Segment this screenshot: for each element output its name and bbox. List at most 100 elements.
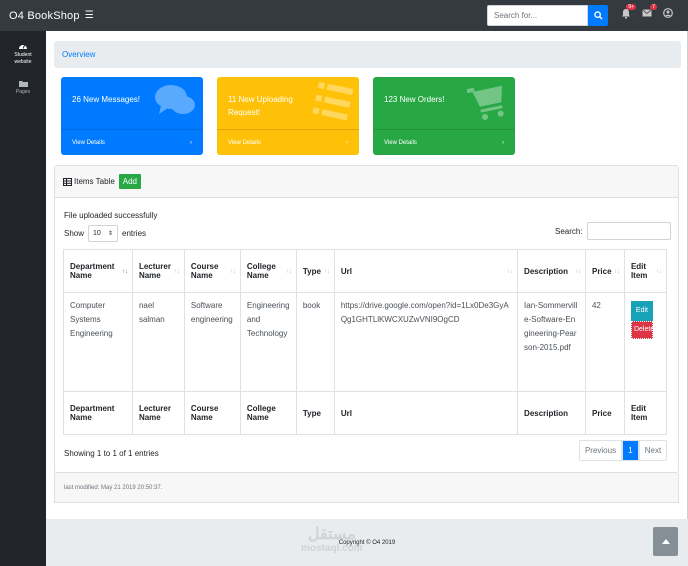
watermark-arabic: مستقل <box>307 526 356 543</box>
col-college[interactable]: College Name ↑↓ <box>239 249 297 293</box>
table-footer-row: Department Name Lecturer Name Course Nam… <box>63 391 668 435</box>
search-button[interactable] <box>588 5 608 26</box>
entries-label: entries <box>122 229 147 238</box>
previous-page-button[interactable]: Previous <box>579 440 622 461</box>
cell-department: Computer Systems Engineering <box>63 292 133 392</box>
list-icon <box>312 81 353 121</box>
search-group <box>487 5 608 26</box>
messages-card: 26 New Messages! View Details › <box>61 77 203 155</box>
sidebar: Student website Pages <box>0 31 46 566</box>
sort-updown-icon: ⇕ <box>107 231 114 237</box>
col-edit-item[interactable]: Edit Item ↑↓ <box>623 249 668 293</box>
folder-icon <box>18 81 28 87</box>
foot-url: Url <box>333 391 519 435</box>
col-course[interactable]: Course Name ↑↓ <box>183 249 241 293</box>
sidebar-item-label: Student <box>14 52 32 58</box>
panel-title: Items Table <box>74 177 115 186</box>
alerts-button[interactable]: 9+ <box>620 4 636 19</box>
col-price[interactable]: Price ↑↓ <box>584 249 625 293</box>
foot-price: Price <box>584 391 625 435</box>
uploads-card: 11 New Uploading Request! View Details › <box>217 77 359 155</box>
delete-button[interactable]: Delete <box>630 321 654 339</box>
foot-edit-item: Edit Item <box>623 391 668 435</box>
chevron-right-icon: › <box>346 139 348 146</box>
entries-select[interactable]: 10 ⇕ <box>88 225 119 242</box>
pagination: Previous 1 Next <box>579 440 667 461</box>
table-icon <box>63 177 72 186</box>
col-type[interactable]: Type ↑↓ <box>295 249 335 293</box>
add-item-button[interactable]: Add <box>118 174 141 189</box>
entries-length-control: Show 10 ⇕ entries <box>64 225 146 242</box>
page-1-button[interactable]: 1 <box>622 440 639 461</box>
orders-card-title: 123 New Orders! <box>384 95 445 104</box>
table-row: Computer Systems Engineering nael salman… <box>63 292 668 392</box>
envelope-icon <box>641 9 652 17</box>
edit-button[interactable]: Edit <box>630 301 653 321</box>
view-details-label: View Details <box>384 139 417 146</box>
breadcrumb-overview-link[interactable]: Overview <box>62 50 95 59</box>
shopping-cart-icon <box>467 85 504 120</box>
sort-icon: ↑↓ <box>173 269 180 275</box>
sidebar-item-pages[interactable]: Pages <box>0 80 46 96</box>
view-details-label: View Details <box>228 139 261 146</box>
uploads-card-title: 11 New Uploading Request! <box>228 95 293 117</box>
messages-card-title: 26 New Messages! <box>72 95 141 104</box>
messages-view-details-link[interactable]: View Details › <box>61 129 203 155</box>
brand-title[interactable]: O4 BookShop <box>9 10 80 22</box>
messages-badge: 7 <box>650 4 657 10</box>
sidebar-item-label: Pages <box>15 89 31 95</box>
orders-card: 123 New Orders! View Details › <box>373 77 515 155</box>
search-icon <box>593 11 603 20</box>
chevron-right-icon: › <box>502 139 504 146</box>
foot-college: College Name <box>239 391 297 435</box>
view-details-label: View Details <box>72 139 105 146</box>
upload-status-message: File uploaded successfully <box>64 211 158 220</box>
sidebar-item-student-website[interactable]: Student website <box>0 41 46 66</box>
cell-price: 42 <box>584 292 625 392</box>
cell-course: Software engineering <box>183 292 241 392</box>
col-url[interactable]: Url ↑↓ <box>333 249 519 293</box>
col-department[interactable]: Department Name ↑↓ <box>63 249 133 293</box>
cell-url: https://drive.google.com/open?id=1Lx0De3… <box>333 292 519 392</box>
chevron-up-icon <box>661 539 670 544</box>
uploads-view-details-link[interactable]: View Details › <box>217 129 359 155</box>
items-table: Department Name ↑↓ Lecturer Name ↑↓ Course… <box>63 249 668 435</box>
sort-icon: ↑↓ <box>285 269 292 275</box>
sort-icon: ↑↓ <box>613 269 620 275</box>
cell-type: book <box>295 292 335 392</box>
user-circle-icon <box>662 8 673 18</box>
scroll-to-top-button[interactable] <box>653 527 678 556</box>
table-search: Search: <box>555 222 671 240</box>
cell-college: Engineering and Technology <box>239 292 297 392</box>
sort-icon: ↑↓ <box>229 269 236 275</box>
watermark-latin: mostaql.com <box>301 543 363 554</box>
sort-icon: ↑↓ <box>323 269 330 275</box>
sort-icon: ↑↓ <box>656 269 662 275</box>
sidebar-item-label: website <box>14 59 32 65</box>
menu-toggle-icon[interactable]: ☰ <box>85 10 94 21</box>
foot-type: Type <box>295 391 335 435</box>
main-content: Overview 26 New Messages! View Details ›… <box>46 31 688 566</box>
sort-icon: ↑↓ <box>574 269 581 275</box>
col-description[interactable]: Description ↑↓ <box>517 249 586 293</box>
sort-asc-icon: ↑↓ <box>121 269 128 275</box>
dashboard-icon <box>19 44 27 49</box>
sort-icon: ↑↓ <box>507 269 514 275</box>
watermark: مستقل mostaql.com <box>301 526 363 555</box>
next-page-button[interactable]: Next <box>639 440 667 461</box>
last-modified: last modified: May 21 2019 20:50:37. <box>54 473 679 503</box>
foot-department: Department Name <box>63 391 133 435</box>
panel-header: Items Table Add <box>55 166 678 198</box>
chevron-right-icon: › <box>190 139 192 146</box>
user-menu-button[interactable] <box>662 7 673 19</box>
orders-view-details-link[interactable]: View Details › <box>373 129 515 155</box>
cell-description: Ian-Sommerville-Software-Engineering-Pea… <box>517 292 586 392</box>
search-input[interactable] <box>487 5 588 26</box>
foot-lecturer: Lecturer Name <box>131 391 185 435</box>
comments-icon <box>155 85 195 114</box>
messages-button[interactable]: 7 <box>641 4 657 19</box>
table-search-input[interactable] <box>586 222 671 240</box>
alerts-badge: 9+ <box>626 4 636 10</box>
col-lecturer[interactable]: Lecturer Name ↑↓ <box>131 249 185 293</box>
foot-description: Description <box>517 391 586 435</box>
